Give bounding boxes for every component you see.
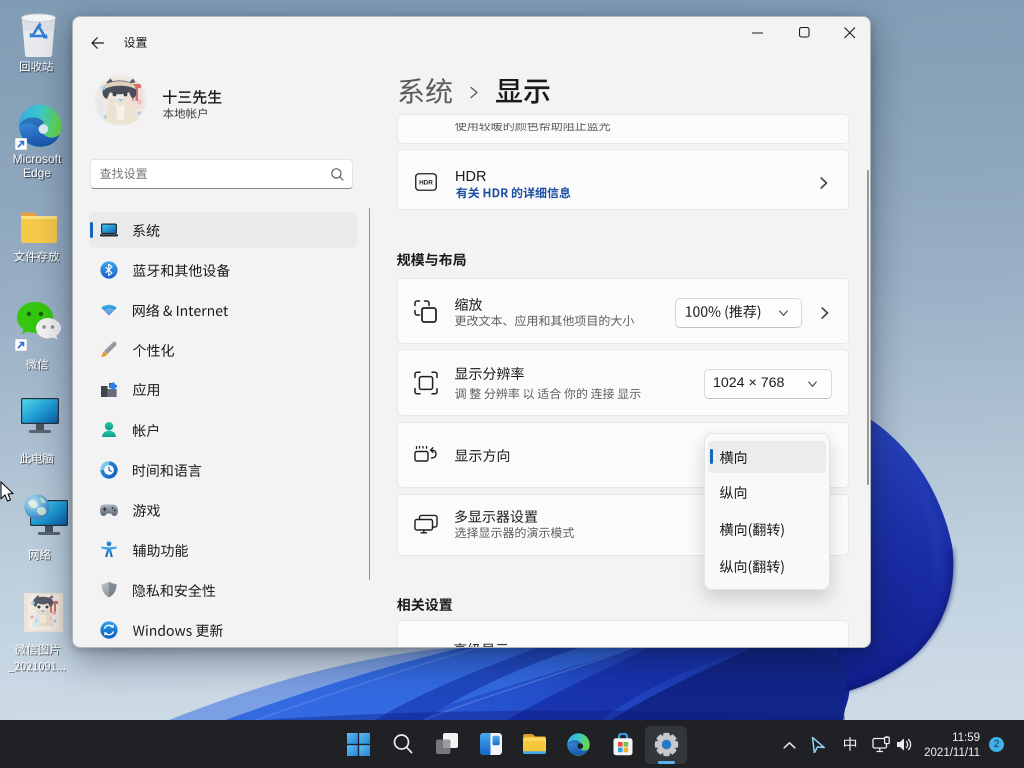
svg-text:HDR: HDR xyxy=(419,179,433,186)
